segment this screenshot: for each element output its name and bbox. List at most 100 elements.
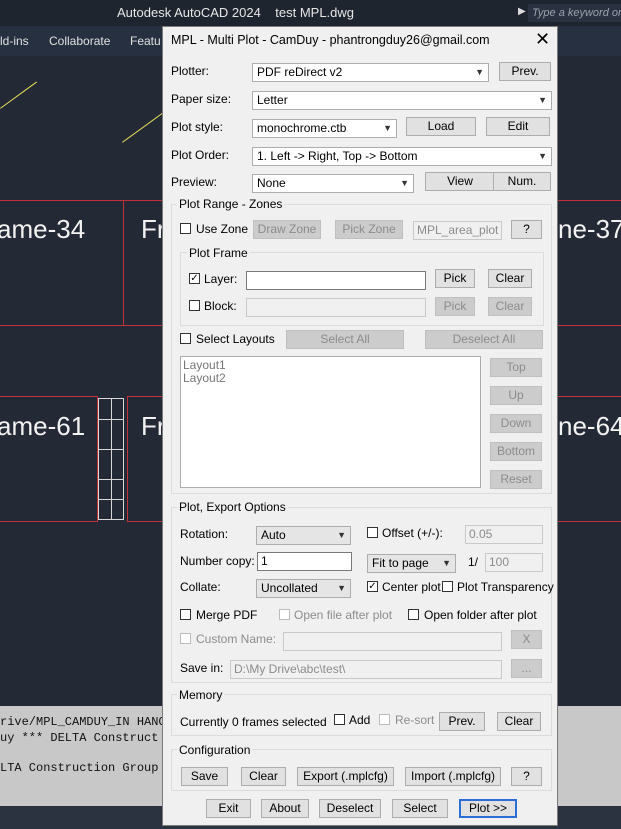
memory-title: Memory	[177, 688, 225, 702]
exit-button[interactable]: Exit	[206, 799, 251, 818]
move-up-button[interactable]: Up	[490, 386, 542, 405]
view-button[interactable]: View	[425, 172, 495, 191]
plot-style-value: monochrome.ctb	[257, 121, 347, 135]
pick-zone-button[interactable]: Pick Zone	[335, 220, 403, 239]
search-input[interactable]: Type a keyword or	[528, 4, 621, 22]
memory-clear-button[interactable]: Clear	[497, 712, 541, 731]
plot-order-select[interactable]: 1. Left -> Right, Top -> Bottom ▼	[252, 147, 552, 166]
block-pick-button[interactable]: Pick	[435, 297, 475, 316]
mpl-dialog: MPL - Multi Plot - CamDuy - phantrongduy…	[162, 26, 558, 826]
offset-checkbox[interactable]	[367, 527, 378, 538]
preview-select[interactable]: None ▼	[252, 174, 414, 193]
about-button[interactable]: About	[261, 799, 309, 818]
select-button[interactable]: Select	[392, 799, 448, 818]
save-in-label: Save in:	[180, 661, 224, 675]
plot-options-title: Plot, Export Options	[177, 500, 288, 514]
plot-order-label: Plot Order:	[171, 148, 230, 162]
plot-range-title: Plot Range - Zones	[177, 197, 285, 211]
open-folder-checkbox[interactable]	[408, 609, 419, 620]
load-button[interactable]: Load	[406, 117, 476, 136]
dialog-title: MPL - Multi Plot - CamDuy - phantrongduy…	[171, 33, 490, 47]
open-file-checkbox[interactable]	[279, 609, 290, 620]
center-plot-checkbox[interactable]: ✓	[367, 581, 378, 592]
move-down-button[interactable]: Down	[490, 414, 542, 433]
command-line: LTA Construction Group C	[0, 761, 173, 775]
chevron-down-icon: ▼	[337, 530, 346, 540]
collate-select[interactable]: Uncollated ▼	[256, 579, 351, 598]
scale-denominator-field[interactable]: 100	[485, 553, 543, 572]
config-help-button[interactable]: ?	[511, 767, 542, 786]
plot-order-value: 1. Left -> Right, Top -> Bottom	[257, 149, 418, 163]
zone-help-button[interactable]: ?	[511, 220, 542, 239]
close-icon[interactable]: ✕	[535, 30, 550, 48]
browse-button[interactable]: ...	[511, 659, 542, 678]
preview-value: None	[257, 176, 286, 190]
frame-label: ame-61	[0, 411, 86, 441]
chevron-right-icon[interactable]: ▶	[518, 6, 526, 17]
rotation-select[interactable]: Auto ▼	[256, 526, 351, 545]
plotter-prev-button[interactable]: Prev.	[499, 62, 551, 81]
chevron-down-icon: ▼	[337, 583, 346, 593]
list-item[interactable]: Layout2	[181, 372, 480, 385]
configuration-title: Configuration	[177, 743, 253, 757]
plot-transparency-checkbox[interactable]	[442, 581, 453, 592]
resort-checkbox[interactable]	[379, 714, 390, 725]
scale-value: Fit to page	[372, 556, 429, 570]
paper-size-select[interactable]: Letter ▼	[252, 91, 552, 110]
chevron-down-icon: ▼	[442, 558, 451, 568]
block-field[interactable]	[246, 298, 426, 317]
merge-pdf-checkbox[interactable]	[180, 609, 191, 620]
save-in-field[interactable]: D:\My Drive\abc\test\	[230, 660, 502, 679]
chevron-down-icon: ▼	[383, 123, 392, 133]
deselect-all-button[interactable]: Deselect All	[425, 330, 543, 349]
use-zone-checkbox[interactable]	[180, 223, 191, 234]
use-zone-label: Use Zone	[196, 222, 249, 236]
tab-addins[interactable]: ld-ins	[0, 34, 29, 48]
block-clear-button[interactable]: Clear	[488, 297, 532, 316]
layer-pick-button[interactable]: Pick	[435, 269, 475, 288]
plotter-value: PDF reDirect v2	[257, 65, 343, 79]
offset-field[interactable]: 0.05	[465, 525, 543, 544]
layer-field[interactable]	[246, 271, 426, 290]
custom-name-clear-button[interactable]: X	[511, 630, 542, 649]
memory-status: Currently 0 frames selected	[180, 715, 327, 729]
tab-collaborate[interactable]: Collaborate	[49, 34, 110, 48]
tab-featured[interactable]: Featu	[130, 34, 161, 48]
export-config-button[interactable]: Export (.mplcfg)	[297, 767, 394, 786]
scale-select[interactable]: Fit to page ▼	[367, 554, 456, 573]
plotter-select[interactable]: PDF reDirect v2 ▼	[252, 63, 489, 82]
move-top-button[interactable]: Top	[490, 358, 542, 377]
select-layouts-checkbox[interactable]	[180, 333, 191, 344]
custom-name-field[interactable]	[283, 632, 502, 651]
num-button[interactable]: Num.	[493, 172, 551, 191]
config-save-button[interactable]: Save	[181, 767, 228, 786]
merge-pdf-label: Merge PDF	[196, 608, 258, 622]
layer-checkbox[interactable]: ✓	[189, 273, 200, 284]
layer-clear-button[interactable]: Clear	[488, 269, 532, 288]
frame-label: ne-37	[558, 214, 621, 244]
draw-zone-button[interactable]: Draw Zone	[253, 220, 321, 239]
memory-prev-button[interactable]: Prev.	[439, 712, 485, 731]
memory-add-checkbox[interactable]	[334, 714, 345, 725]
deselect-button[interactable]: Deselect	[319, 799, 381, 818]
paper-size-label: Paper size:	[171, 92, 232, 106]
block-label: Block:	[204, 299, 237, 313]
layouts-list[interactable]: Layout1 Layout2	[180, 356, 481, 488]
config-clear-button[interactable]: Clear	[241, 767, 286, 786]
zone-layer-field[interactable]: MPL_area_plot	[413, 221, 502, 240]
reset-order-button[interactable]: Reset	[490, 470, 542, 489]
plot-style-select[interactable]: monochrome.ctb ▼	[252, 119, 397, 138]
collate-label: Collate:	[180, 580, 221, 594]
block-checkbox[interactable]	[189, 300, 200, 311]
chevron-down-icon: ▼	[538, 95, 547, 105]
resort-label: Re-sort	[395, 713, 435, 727]
edit-button[interactable]: Edit	[486, 117, 550, 136]
number-copy-field[interactable]: 1	[257, 552, 352, 571]
move-bottom-button[interactable]: Bottom	[490, 442, 542, 461]
select-all-button[interactable]: Select All	[286, 330, 404, 349]
plot-button[interactable]: Plot >>	[459, 799, 517, 818]
custom-name-checkbox[interactable]	[180, 633, 191, 644]
number-copy-label: Number copy:	[180, 554, 255, 568]
title-block	[98, 398, 124, 520]
import-config-button[interactable]: Import (.mplcfg)	[405, 767, 501, 786]
